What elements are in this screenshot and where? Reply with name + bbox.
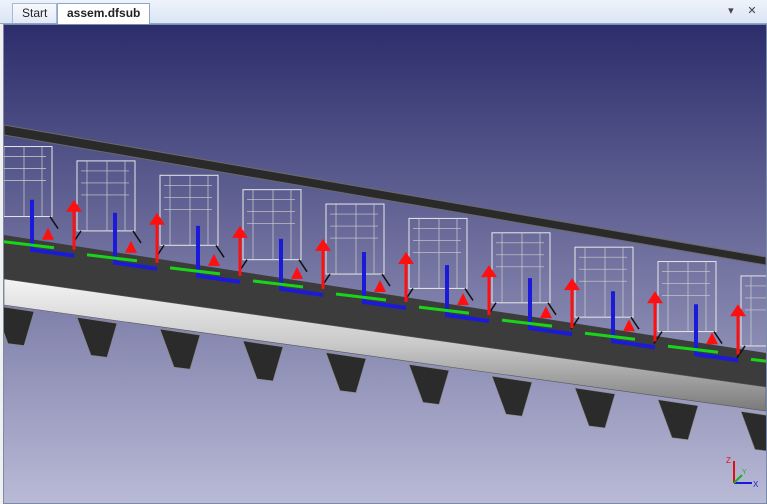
y-axis-label: Y [742,469,747,476]
axis-triad: Z X Y [726,456,759,489]
document-tab-bar: Start assem.dfsub ▾ ✕ [0,0,767,25]
tab-controls: ▾ ✕ [720,4,759,17]
x-axis-label: X [753,480,759,489]
tab-assem-dfsub[interactable]: assem.dfsub [57,3,151,25]
tab-start[interactable]: Start [12,3,58,23]
3d-model-view[interactable] [4,25,766,503]
close-icon[interactable]: ✕ [745,4,759,17]
document-window: Start assem.dfsub ▾ ✕ Z X Y [0,0,767,504]
z-axis-label: Z [726,456,731,465]
chevron-down-icon[interactable]: ▾ [724,4,738,17]
graphics-viewport[interactable]: Z X Y [3,24,767,504]
